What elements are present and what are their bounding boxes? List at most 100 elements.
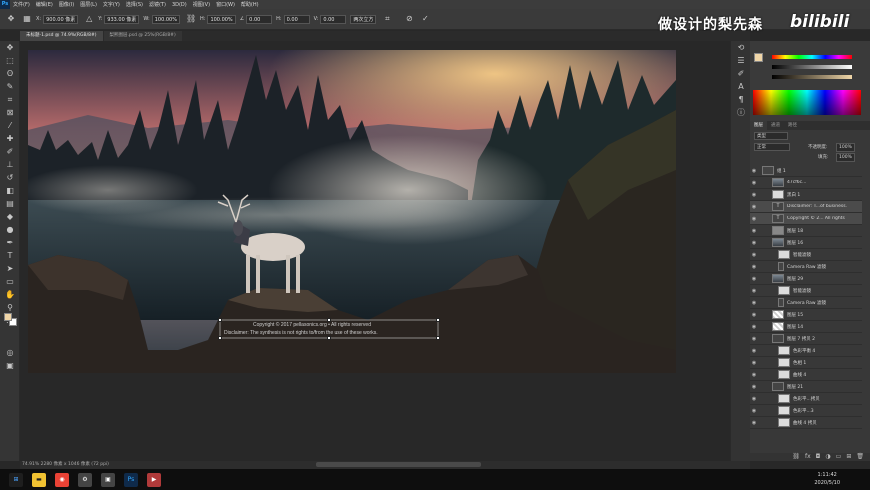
layer-row[interactable]: ◉ 组 1: [750, 165, 862, 177]
menu-layer[interactable]: 图层(L): [77, 1, 100, 8]
visibility-eye-icon[interactable]: ◉: [750, 252, 758, 258]
h-skew-value[interactable]: 0.00: [283, 14, 310, 24]
shape-tool-icon[interactable]: ▭: [4, 276, 16, 288]
layer-row[interactable]: ◉ 智能滤镜: [750, 249, 862, 261]
v-skew-value[interactable]: 0.00: [320, 14, 347, 24]
marquee-tool-icon[interactable]: ⬚: [4, 55, 16, 67]
x-position-field[interactable]: X: 900.00 像素: [36, 14, 79, 24]
visibility-eye-icon[interactable]: ◉: [750, 300, 758, 306]
layer-row[interactable]: ◉ 图层 7 拷贝 2: [750, 333, 862, 345]
visibility-eye-icon[interactable]: ◉: [750, 216, 758, 222]
transform-handle-tc[interactable]: [327, 318, 331, 322]
menu-file[interactable]: 文件(F): [10, 1, 33, 8]
layer-row[interactable]: ◉ 色彩平衡 4: [750, 345, 862, 357]
file-explorer-icon[interactable]: ▬: [32, 472, 46, 487]
visibility-eye-icon[interactable]: ◉: [750, 336, 758, 342]
healing-brush-tool-icon[interactable]: ✚: [4, 133, 16, 145]
pen-tool-icon[interactable]: ✒: [4, 237, 16, 249]
lasso-tool-icon[interactable]: ʘ: [4, 68, 16, 80]
quick-mask-icon[interactable]: ◎: [4, 347, 16, 359]
h-value[interactable]: 100.00%: [207, 14, 236, 24]
tab-channels[interactable]: 通道: [767, 121, 784, 130]
type-tool-icon[interactable]: T: [4, 250, 16, 262]
photoshop-taskbar-icon[interactable]: Ps: [124, 472, 138, 487]
task-view-icon[interactable]: ▣: [101, 472, 115, 487]
visibility-eye-icon[interactable]: ◉: [750, 372, 758, 378]
new-group-icon[interactable]: ▭: [836, 453, 842, 461]
dodge-tool-icon[interactable]: ●: [4, 224, 16, 236]
layer-row[interactable]: ◉ 图层 15: [750, 309, 862, 321]
menu-type[interactable]: 文字(Y): [100, 1, 123, 8]
interpolation-value[interactable]: 两次立方: [350, 14, 377, 24]
crop-tool-icon[interactable]: ⌗: [4, 94, 16, 106]
interpolation-select[interactable]: 两次立方: [350, 14, 377, 24]
clone-stamp-tool-icon[interactable]: ⊥: [4, 159, 16, 171]
saturation-slider[interactable]: [772, 65, 852, 69]
relative-position-icon[interactable]: △: [84, 14, 94, 24]
reference-point-icon[interactable]: ▦: [22, 14, 32, 24]
windows-start-icon[interactable]: ⊞: [9, 472, 23, 487]
brightness-slider[interactable]: [772, 75, 852, 79]
y-value[interactable]: 933.00 像素: [104, 14, 140, 24]
y-position-field[interactable]: Y: 933.00 像素: [98, 14, 140, 24]
layer-row[interactable]: ◉ 色彩平...拷贝: [750, 393, 862, 405]
media-player-icon[interactable]: ▶: [147, 472, 161, 487]
delete-layer-icon[interactable]: 🗑: [856, 453, 864, 461]
menu-3d[interactable]: 3D(D): [169, 2, 190, 8]
chrome-browser-icon[interactable]: ◉: [55, 472, 69, 487]
menu-view[interactable]: 视图(V): [190, 1, 213, 8]
menu-window[interactable]: 窗口(W): [213, 1, 238, 8]
foreground-color-swatch[interactable]: [4, 313, 12, 321]
info-panel-icon[interactable]: ⓘ: [735, 107, 747, 119]
w-value[interactable]: 100.00%: [151, 14, 180, 24]
layer-row[interactable]: ◉ T Disclaimer: T...of business.: [750, 201, 862, 213]
gradient-tool-icon[interactable]: ▤: [4, 198, 16, 210]
visibility-eye-icon[interactable]: ◉: [750, 180, 758, 186]
layer-row[interactable]: ◉ 47cf6c...: [750, 177, 862, 189]
visibility-eye-icon[interactable]: ◉: [750, 192, 758, 198]
adjustment-layer-icon[interactable]: ◑: [825, 453, 830, 461]
visibility-eye-icon[interactable]: ◉: [750, 324, 758, 330]
system-clock[interactable]: 1:11:42 2020/5/10: [814, 471, 840, 487]
menu-image[interactable]: 图像(I): [56, 1, 77, 8]
h-skew-field[interactable]: H: 0.00: [276, 14, 310, 24]
history-panel-icon[interactable]: ⟲: [735, 42, 747, 54]
paragraph-panel-icon[interactable]: ¶: [735, 94, 747, 106]
commit-transform-icon[interactable]: ✓: [420, 14, 430, 24]
layer-row[interactable]: ◉ 图层 16: [750, 237, 862, 249]
brush-settings-icon[interactable]: ✐: [735, 68, 747, 80]
new-layer-icon[interactable]: ⊞: [846, 453, 851, 461]
rotate-value[interactable]: 0.00: [246, 14, 273, 24]
warp-icon[interactable]: ⌗: [382, 14, 392, 24]
menu-filter[interactable]: 滤镜(T): [146, 1, 169, 8]
move-tool-icon[interactable]: ✥: [6, 14, 16, 24]
visibility-eye-icon[interactable]: ◉: [750, 312, 758, 318]
x-value[interactable]: 900.00 像素: [43, 14, 79, 24]
color-fg-swatch[interactable]: [754, 53, 763, 62]
transform-handle-bl[interactable]: [218, 336, 222, 340]
layer-row[interactable]: ◉ 黑白 1: [750, 189, 862, 201]
tab-document-2[interactable]: 梨熙图层.psd @ 25%(RGB/8#): [103, 31, 182, 41]
quick-select-tool-icon[interactable]: ✎: [4, 81, 16, 93]
layer-row[interactable]: ◉ 图层 18: [750, 225, 862, 237]
tab-document-1[interactable]: 未标题-1.psd @ 74.9%(RGB/8#): [20, 31, 103, 41]
visibility-eye-icon[interactable]: ◉: [750, 168, 758, 174]
frame-tool-icon[interactable]: ⊠: [4, 107, 16, 119]
path-select-tool-icon[interactable]: ➤: [4, 263, 16, 275]
link-icon[interactable]: ⛓: [186, 14, 196, 24]
transform-handle-tl[interactable]: [218, 318, 222, 322]
visibility-eye-icon[interactable]: ◉: [750, 420, 758, 426]
history-brush-tool-icon[interactable]: ↺: [4, 172, 16, 184]
visibility-eye-icon[interactable]: ◉: [750, 288, 758, 294]
properties-panel-icon[interactable]: ☰: [735, 55, 747, 67]
visibility-eye-icon[interactable]: ◉: [750, 360, 758, 366]
horizontal-scrollbar[interactable]: [316, 462, 481, 467]
settings-icon[interactable]: ⚙: [78, 472, 92, 487]
menu-help[interactable]: 帮助(H): [238, 1, 262, 8]
visibility-eye-icon[interactable]: ◉: [750, 240, 758, 246]
opacity-value[interactable]: 100%: [836, 143, 855, 152]
document-canvas[interactable]: Copyright © 2017 pellasonics.org • All r…: [28, 50, 676, 373]
layer-row[interactable]: ◉ 图层 14: [750, 321, 862, 333]
layer-style-icon[interactable]: fx: [805, 453, 811, 461]
fill-value[interactable]: 100%: [836, 153, 855, 162]
